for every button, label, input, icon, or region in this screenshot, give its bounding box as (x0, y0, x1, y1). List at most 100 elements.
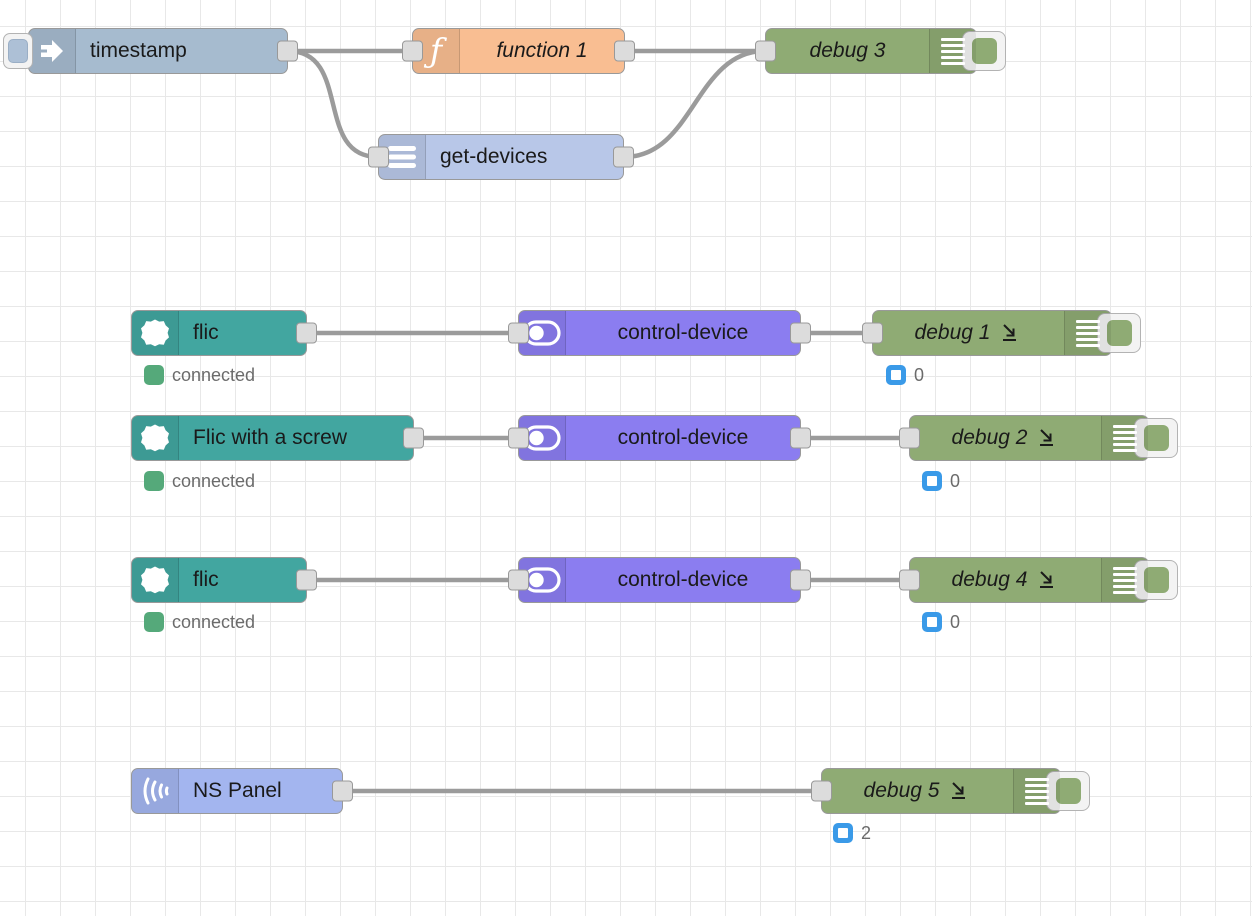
node-label-debug1: debug 1 (873, 311, 1064, 355)
node-debug1[interactable]: debug 1 (862, 310, 1141, 356)
node-label-debug5: debug 5 (822, 769, 1013, 813)
output-port[interactable] (614, 40, 635, 62)
status-dot-icon (144, 612, 164, 632)
inject-arrow-icon (29, 29, 76, 73)
node-label-debug4: debug 4 (910, 558, 1101, 602)
debug-bars-icon (1101, 558, 1148, 602)
node-label-text: debug 4 (951, 568, 1028, 591)
node-debug3[interactable]: debug 3 (755, 28, 1006, 74)
node-debug5[interactable]: debug 5 (811, 768, 1090, 814)
wire-getdevices-to-debug3[interactable] (621, 48, 768, 160)
broadcast-waves-icon (132, 769, 179, 813)
input-port[interactable] (899, 427, 920, 449)
node-label-text: get-devices (440, 145, 548, 168)
output-port[interactable] (277, 40, 298, 62)
node-label-flic3: flic (179, 558, 306, 602)
debug-bars-icon (929, 29, 976, 73)
status-text: 0 (950, 471, 961, 491)
message-count-icon (922, 471, 942, 491)
output-port[interactable] (296, 322, 317, 344)
node-nspanel[interactable]: NS Panel (131, 768, 353, 814)
node-flic3[interactable]: flic (131, 557, 317, 603)
flic-button-icon (132, 311, 179, 355)
node-status-debug5: 2 (833, 823, 871, 843)
node-control1[interactable]: control-device (508, 310, 811, 356)
wire-timestamp-to-getdevices[interactable] (285, 48, 381, 160)
output-port[interactable] (296, 569, 317, 591)
node-label-nspanel: NS Panel (179, 769, 342, 813)
input-port[interactable] (508, 569, 529, 591)
node-debug4[interactable]: debug 4 (899, 557, 1178, 603)
flic-button-icon (132, 558, 179, 602)
input-port[interactable] (755, 40, 776, 62)
svg-text:ƒ: ƒ (423, 33, 448, 69)
debug-bars-icon (1013, 769, 1060, 813)
node-label-text: Flic with a screw (193, 426, 348, 449)
message-count-icon (833, 823, 853, 843)
output-port[interactable] (613, 146, 634, 168)
node-status-debug1: 0 (886, 365, 924, 385)
node-flic1[interactable]: flic (131, 310, 317, 356)
input-port[interactable] (368, 146, 389, 168)
node-control3[interactable]: control-device (508, 557, 811, 603)
node-label-flic1: flic (179, 311, 306, 355)
status-text: connected (172, 612, 256, 632)
node-label-text: debug 1 (914, 321, 991, 344)
status-dot-icon (144, 365, 164, 385)
status-text: connected (172, 365, 256, 385)
status-text: 0 (914, 365, 925, 385)
input-port[interactable] (899, 569, 920, 591)
node-label-text: NS Panel (193, 779, 282, 802)
debug-bars-icon (1064, 311, 1111, 355)
node-label-timestamp: timestamp (76, 29, 287, 73)
node-status-flic1: connected (144, 365, 255, 385)
node-debug2[interactable]: debug 2 (899, 415, 1178, 461)
output-port[interactable] (790, 322, 811, 344)
status-text: 2 (861, 823, 872, 843)
flow-canvas[interactable]: timestamp ƒ function 1 get-devices debug 3 fl… (0, 0, 1252, 916)
inject-trigger-button[interactable] (3, 33, 33, 69)
input-port[interactable] (811, 780, 832, 802)
node-label-text: control-device (617, 321, 749, 344)
node-label-function1: function 1 (460, 29, 624, 73)
node-label-text: flic (193, 568, 219, 591)
node-label-text: debug 2 (951, 426, 1028, 449)
node-label-text: function 1 (496, 39, 588, 62)
debug-output-arrow-icon (1037, 569, 1059, 591)
node-status-flic3: connected (144, 612, 255, 632)
debug-output-arrow-icon (1037, 427, 1059, 449)
flic-button-icon (132, 416, 179, 460)
status-dot-icon (144, 471, 164, 491)
node-label-text: flic (193, 321, 219, 344)
node-label-text: timestamp (90, 39, 187, 62)
node-label-control1: control-device (566, 311, 800, 355)
node-label-flic2: Flic with a screw (179, 416, 413, 460)
input-port[interactable] (402, 40, 423, 62)
node-label-text: control-device (617, 568, 749, 591)
debug-bars-icon (1101, 416, 1148, 460)
input-port[interactable] (862, 322, 883, 344)
node-status-debug2: 0 (922, 471, 960, 491)
node-timestamp[interactable]: timestamp (3, 28, 298, 74)
node-label-text: debug 5 (863, 779, 940, 802)
node-label-debug2: debug 2 (910, 416, 1101, 460)
message-count-icon (922, 612, 942, 632)
output-port[interactable] (790, 569, 811, 591)
node-function1[interactable]: ƒ function 1 (402, 28, 635, 74)
node-control2[interactable]: control-device (508, 415, 811, 461)
node-label-debug3: debug 3 (766, 29, 929, 73)
node-status-flic2: connected (144, 471, 255, 491)
output-port[interactable] (790, 427, 811, 449)
node-label-control2: control-device (566, 416, 800, 460)
input-port[interactable] (508, 427, 529, 449)
input-port[interactable] (508, 322, 529, 344)
node-label-text: debug 3 (809, 39, 886, 62)
node-label-getdevices: get-devices (426, 135, 623, 179)
node-flic2[interactable]: Flic with a screw (131, 415, 424, 461)
node-label-control3: control-device (566, 558, 800, 602)
node-getdevices[interactable]: get-devices (368, 134, 634, 180)
output-port[interactable] (332, 780, 353, 802)
output-port[interactable] (403, 427, 424, 449)
message-count-icon (886, 365, 906, 385)
debug-output-arrow-icon (949, 780, 971, 802)
